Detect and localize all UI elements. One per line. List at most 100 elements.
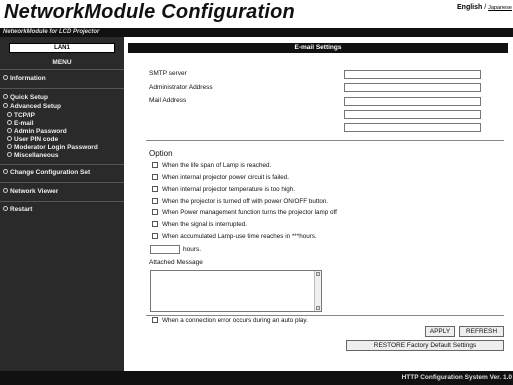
bullet-icon (7, 120, 12, 125)
sidebar-item-quick-setup[interactable]: Quick Setup (3, 94, 48, 102)
option-label: When accumulated Lamp-use time reaches i… (162, 233, 317, 240)
checkbox[interactable] (152, 221, 158, 227)
sidebar-item-admin-password[interactable]: Admin Password (7, 128, 67, 136)
admin-address-label: Administrator Address (149, 84, 213, 91)
attached-message-textarea[interactable] (150, 270, 322, 312)
lang-japanese-link[interactable]: Japanese (488, 5, 512, 11)
textarea-scrollbar[interactable] (314, 271, 321, 311)
menu-header: MENU (52, 59, 72, 66)
sidebar: LAN1 MENU Information Quick Setup Advanc… (0, 37, 124, 371)
smtp-server-label: SMTP server (149, 70, 187, 77)
option-lamp-hours[interactable]: When accumulated Lamp-use time reaches i… (152, 233, 317, 240)
mail-address-input-1[interactable] (344, 97, 481, 106)
sidebar-item-change-config[interactable]: Change Configuration Set (3, 169, 90, 177)
apply-button[interactable]: APPLY (425, 326, 455, 337)
hours-label: hours. (183, 246, 202, 253)
sidebar-item-label: Moderator Login Password (14, 144, 98, 151)
sidebar-divider (0, 182, 124, 183)
option-lamp-life[interactable]: When the life span of Lamp is reached. (152, 162, 271, 169)
sidebar-item-label: User PIN code (14, 136, 59, 143)
bullet-icon (3, 94, 8, 99)
mail-address-input-2[interactable] (344, 110, 481, 119)
checkbox[interactable] (152, 186, 158, 192)
version-text: HTTP Configuration System Ver. 1.0 (401, 374, 512, 381)
scroll-down-arrow-icon[interactable] (316, 306, 320, 310)
bullet-icon (7, 136, 12, 141)
sidebar-item-restart[interactable]: Restart (3, 206, 32, 214)
checkbox[interactable] (152, 162, 158, 168)
app-title: NetworkModule Configuration (4, 1, 295, 23)
option-label: When internal projector temperature is t… (162, 186, 296, 193)
sidebar-item-label: Change Configuration Set (10, 169, 91, 176)
sidebar-divider (0, 201, 124, 202)
sidebar-divider (0, 88, 124, 89)
option-title: Option (149, 149, 173, 158)
sidebar-item-label: E-mail (14, 120, 34, 127)
sidebar-item-moderator-password[interactable]: Moderator Login Password (7, 144, 98, 152)
scroll-up-arrow-icon[interactable] (316, 272, 320, 276)
bullet-icon (3, 206, 8, 211)
bullet-icon (7, 128, 12, 133)
sidebar-divider (0, 69, 124, 70)
option-label: When a connection error occurs during an… (162, 317, 308, 324)
lan-tab[interactable]: LAN1 (9, 43, 115, 53)
bullet-icon (3, 103, 8, 108)
header: NetworkModule Configuration English / Ja… (0, 0, 513, 28)
smtp-server-input[interactable] (344, 70, 481, 79)
bullet-icon (7, 144, 12, 149)
footer: HTTP Configuration System Ver. 1.0 (0, 371, 513, 385)
language-switcher: English / Japanese (457, 4, 512, 11)
checkbox[interactable] (152, 233, 158, 239)
sidebar-item-information[interactable]: Information (3, 75, 46, 83)
sidebar-item-label: Miscellaneous (14, 152, 59, 159)
sidebar-item-label: Network Viewer (10, 188, 59, 195)
sidebar-item-label: Restart (10, 206, 33, 213)
hours-input[interactable] (150, 245, 180, 254)
main-content: E-mail Settings SMTP server Administrato… (124, 37, 513, 371)
checkbox[interactable] (152, 209, 158, 215)
bullet-icon (3, 188, 8, 193)
restore-defaults-button[interactable]: RESTORE Factory Default Settings (346, 340, 504, 351)
sidebar-item-label: Quick Setup (10, 94, 48, 101)
refresh-button[interactable]: REFRESH (459, 326, 504, 337)
mail-address-input-3[interactable] (344, 123, 481, 132)
sidebar-item-label: Information (10, 75, 46, 82)
subtitle-bar: NetworkModule for LCD Projector (0, 28, 513, 37)
section-title: E-mail Settings (128, 43, 508, 53)
option-signal-interrupted[interactable]: When the signal is interrupted. (152, 221, 247, 228)
subtitle: NetworkModule for LCD Projector (3, 29, 100, 35)
option-label: When the signal is interrupted. (162, 221, 248, 228)
option-label: When Power management function turns the… (162, 209, 337, 216)
bullet-icon (3, 169, 8, 174)
bullet-icon (3, 75, 8, 80)
option-temperature[interactable]: When internal projector temperature is t… (152, 186, 295, 193)
option-label: When the life span of Lamp is reached. (162, 162, 272, 169)
option-power-management[interactable]: When Power management function turns the… (152, 209, 337, 216)
checkbox[interactable] (152, 174, 158, 180)
sidebar-item-email[interactable]: E-mail (7, 120, 34, 128)
divider (146, 140, 504, 141)
sidebar-item-network-viewer[interactable]: Network Viewer (3, 188, 58, 196)
sidebar-item-user-pin[interactable]: User PIN code (7, 136, 58, 144)
attached-message-label: Attached Message (149, 259, 203, 266)
bullet-icon (7, 112, 12, 117)
sidebar-item-advanced-setup[interactable]: Advanced Setup (3, 103, 61, 111)
sidebar-item-tcpip[interactable]: TCP/IP (7, 112, 35, 120)
sidebar-divider (0, 164, 124, 165)
option-label: When internal projector power circuit is… (162, 174, 290, 181)
option-connection-error[interactable]: When a connection error occurs during an… (152, 317, 308, 324)
option-label: When the projector is turned off with po… (162, 198, 329, 205)
sidebar-item-label: Admin Password (14, 128, 67, 135)
checkbox[interactable] (152, 317, 158, 323)
checkbox[interactable] (152, 198, 158, 204)
lang-english-link[interactable]: English (457, 4, 482, 11)
admin-address-input[interactable] (344, 83, 481, 92)
sidebar-item-label: Advanced Setup (10, 103, 61, 110)
option-power-button[interactable]: When the projector is turned off with po… (152, 198, 328, 205)
sidebar-item-miscellaneous[interactable]: Miscellaneous (7, 152, 58, 160)
bullet-icon (7, 152, 12, 157)
mail-address-label: Mail Address (149, 97, 187, 104)
option-power-circuit[interactable]: When internal projector power circuit is… (152, 174, 289, 181)
sidebar-item-label: TCP/IP (14, 112, 35, 119)
divider (146, 315, 504, 316)
